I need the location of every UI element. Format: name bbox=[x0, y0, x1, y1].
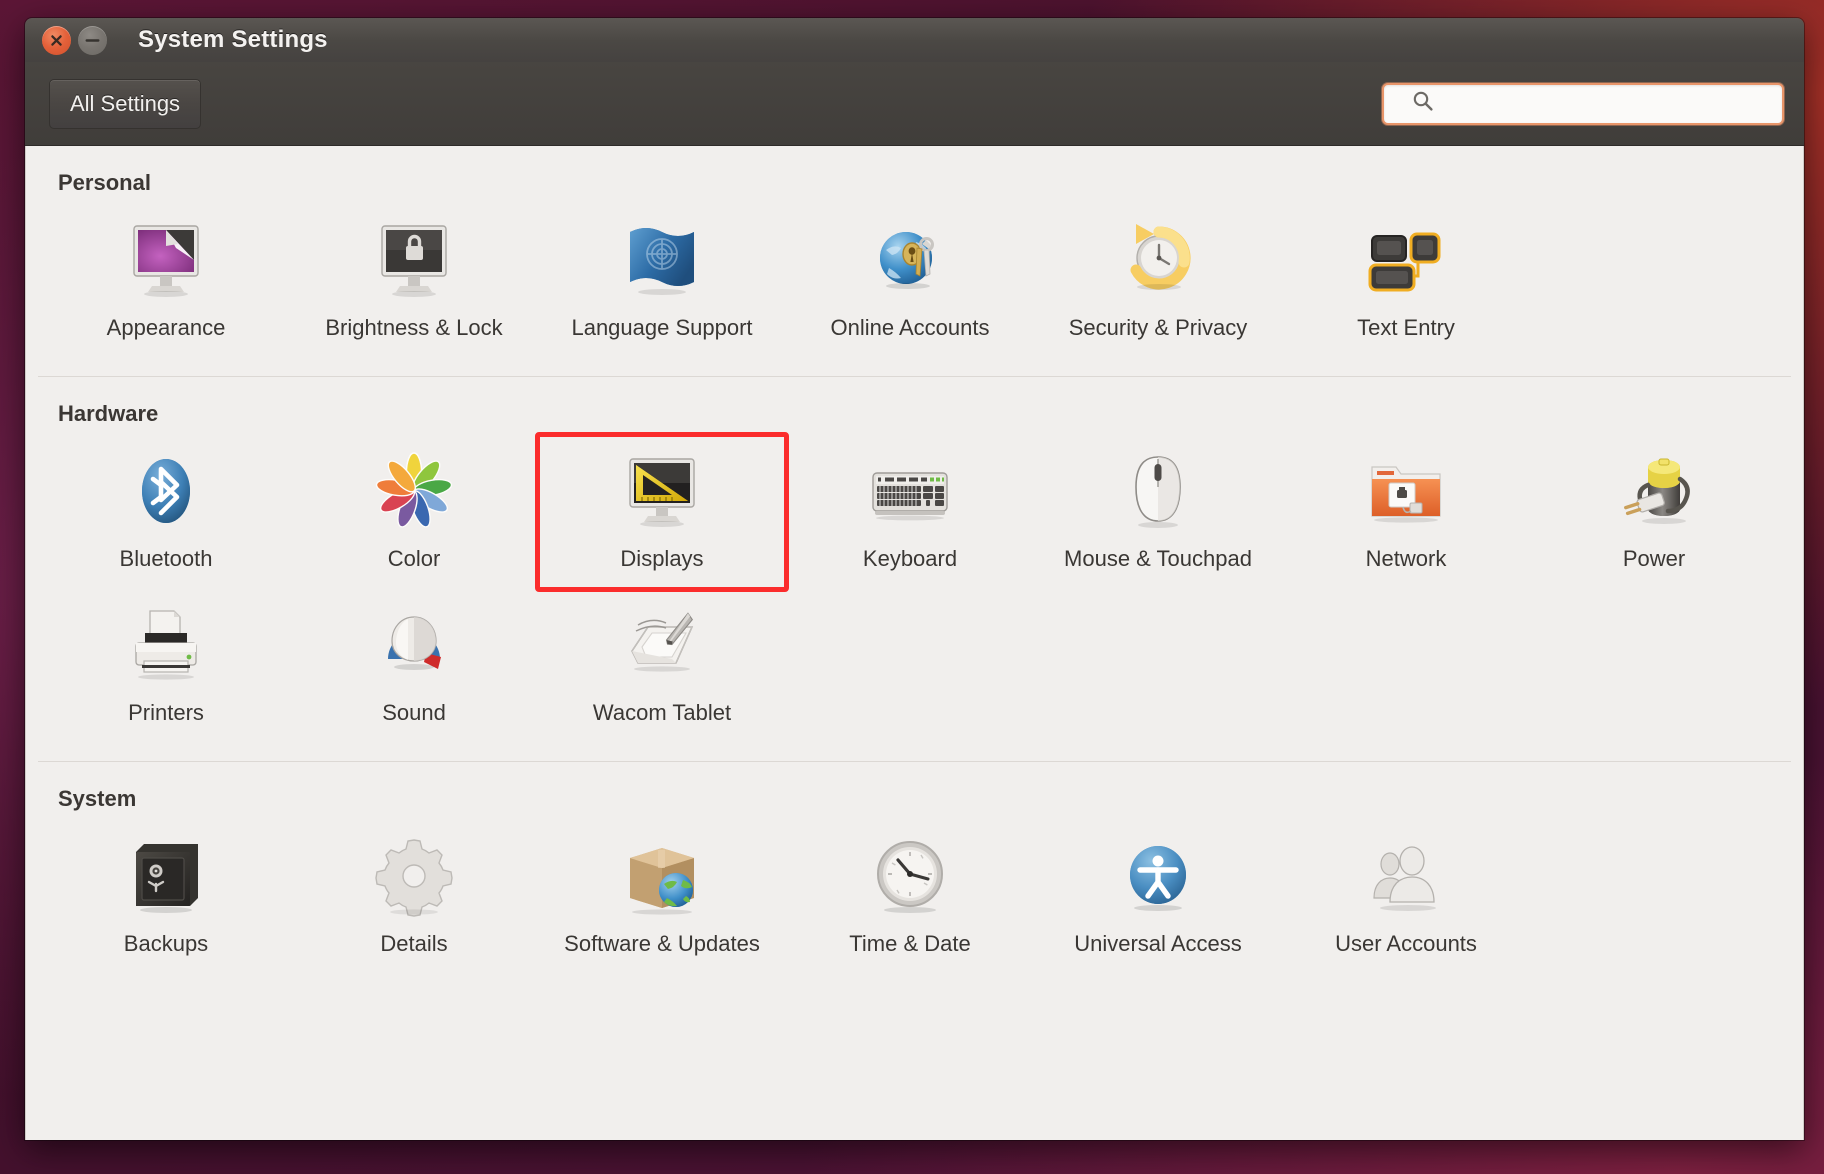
settings-item-label: Language Support bbox=[571, 315, 753, 340]
settings-item-mouse-touchpad[interactable]: Mouse & Touchpad bbox=[1034, 435, 1282, 589]
settings-item-language-support[interactable]: Language Support bbox=[538, 204, 786, 358]
settings-item-label: Mouse & Touchpad bbox=[1064, 546, 1252, 572]
printers-icon bbox=[118, 597, 214, 693]
settings-item-label: Network bbox=[1365, 546, 1447, 572]
settings-item-label: Power bbox=[1622, 546, 1686, 572]
online-accounts-icon bbox=[862, 212, 958, 308]
settings-item-label: Keyboard bbox=[862, 546, 958, 572]
section-system: System Backups Details Software & Update… bbox=[38, 761, 1791, 974]
settings-item-label: Universal Access bbox=[1074, 931, 1242, 957]
settings-item-label: Wacom Tablet bbox=[592, 700, 732, 726]
minimize-icon[interactable] bbox=[78, 25, 107, 55]
section-title-system: System bbox=[58, 786, 137, 812]
settings-item-power[interactable]: Power bbox=[1530, 435, 1778, 589]
settings-item-label: Time & Date bbox=[849, 931, 971, 957]
settings-item-appearance[interactable]: Appearance bbox=[42, 204, 290, 358]
system-settings-window: System Settings All Settings Personal Ap… bbox=[25, 18, 1804, 1140]
software-updates-icon bbox=[614, 828, 710, 924]
brightness-lock-icon bbox=[366, 212, 462, 308]
settings-item-displays[interactable]: Displays bbox=[535, 432, 789, 593]
settings-item-wacom-tablet[interactable]: Wacom Tablet bbox=[538, 589, 786, 743]
settings-item-security-privacy[interactable]: Security & Privacy bbox=[1034, 204, 1282, 358]
close-icon[interactable] bbox=[42, 25, 71, 55]
settings-item-bluetooth[interactable]: Bluetooth bbox=[42, 435, 290, 589]
network-icon bbox=[1358, 443, 1454, 539]
section-hardware: Hardware Bluetooth Color Displays Keyboa… bbox=[38, 376, 1791, 743]
language-support-icon bbox=[614, 212, 710, 308]
section-title-personal: Personal bbox=[58, 170, 151, 195]
all-settings-button[interactable]: All Settings bbox=[49, 78, 202, 129]
window-title: System Settings bbox=[138, 26, 328, 53]
settings-item-text-entry[interactable]: Text Entry bbox=[1282, 204, 1530, 358]
settings-item-printers[interactable]: Printers bbox=[42, 589, 290, 743]
settings-item-label: Sound bbox=[382, 700, 446, 726]
settings-item-label: Appearance bbox=[106, 315, 226, 340]
settings-item-label: Bluetooth bbox=[119, 546, 213, 572]
settings-item-label: Details bbox=[380, 931, 448, 957]
settings-item-color[interactable]: Color bbox=[290, 435, 538, 589]
user-accounts-icon bbox=[1358, 828, 1454, 924]
universal-access-icon bbox=[1110, 828, 1206, 924]
wacom-tablet-icon bbox=[614, 597, 710, 693]
window-toolbar: All Settings bbox=[25, 62, 1804, 146]
section-title-hardware: Hardware bbox=[58, 401, 159, 427]
settings-item-keyboard[interactable]: Keyboard bbox=[786, 435, 1034, 589]
sound-icon bbox=[366, 597, 462, 693]
backups-icon bbox=[118, 828, 214, 924]
window-titlebar: System Settings bbox=[25, 18, 1804, 62]
security-privacy-icon bbox=[1110, 212, 1206, 308]
settings-item-brightness-lock[interactable]: Brightness & Lock bbox=[290, 204, 538, 358]
settings-item-label: Brightness & Lock bbox=[325, 315, 503, 340]
settings-item-label: Security & Privacy bbox=[1068, 315, 1248, 340]
settings-item-label: Software & Updates bbox=[564, 931, 760, 957]
settings-item-user-accounts[interactable]: User Accounts bbox=[1282, 820, 1530, 974]
settings-item-label: Backups bbox=[123, 931, 209, 957]
search-box[interactable] bbox=[1382, 82, 1784, 125]
settings-item-label: Online Accounts bbox=[830, 315, 990, 340]
settings-item-time-date[interactable]: Time & Date bbox=[786, 820, 1034, 974]
search-input[interactable] bbox=[1450, 92, 1772, 115]
mouse-touchpad-icon bbox=[1110, 443, 1206, 539]
settings-item-label: Text Entry bbox=[1357, 315, 1455, 340]
power-icon bbox=[1606, 443, 1702, 539]
appearance-icon bbox=[118, 212, 214, 308]
color-icon bbox=[366, 443, 462, 539]
search-icon bbox=[1412, 90, 1434, 117]
time-date-icon bbox=[862, 828, 958, 924]
settings-item-network[interactable]: Network bbox=[1282, 435, 1530, 589]
settings-item-universal-access[interactable]: Universal Access bbox=[1034, 820, 1282, 974]
settings-content: Personal Appearance Brightness & Lock La… bbox=[25, 146, 1804, 1140]
settings-item-software-updates[interactable]: Software & Updates bbox=[538, 820, 786, 974]
settings-item-sound[interactable]: Sound bbox=[290, 589, 538, 743]
settings-item-label: Printers bbox=[128, 700, 204, 726]
all-settings-label: All Settings bbox=[70, 90, 181, 116]
settings-item-online-accounts[interactable]: Online Accounts bbox=[786, 204, 1034, 358]
settings-item-backups[interactable]: Backups bbox=[42, 820, 290, 974]
settings-item-label: Displays bbox=[620, 546, 704, 572]
displays-icon bbox=[614, 443, 710, 539]
section-personal: Personal Appearance Brightness & Lock La… bbox=[38, 146, 1791, 358]
details-icon bbox=[366, 828, 462, 924]
settings-item-label: User Accounts bbox=[1335, 931, 1477, 957]
grid-hardware: Bluetooth Color Displays Keyboard Mouse … bbox=[38, 432, 1791, 743]
bluetooth-icon bbox=[118, 443, 214, 539]
settings-item-details[interactable]: Details bbox=[290, 820, 538, 974]
settings-item-label: Color bbox=[387, 546, 441, 572]
grid-personal: Appearance Brightness & Lock Language Su… bbox=[38, 204, 1791, 358]
text-entry-icon bbox=[1358, 212, 1454, 308]
keyboard-icon bbox=[862, 443, 958, 539]
grid-system: Backups Details Software & Updates Time … bbox=[38, 820, 1791, 974]
